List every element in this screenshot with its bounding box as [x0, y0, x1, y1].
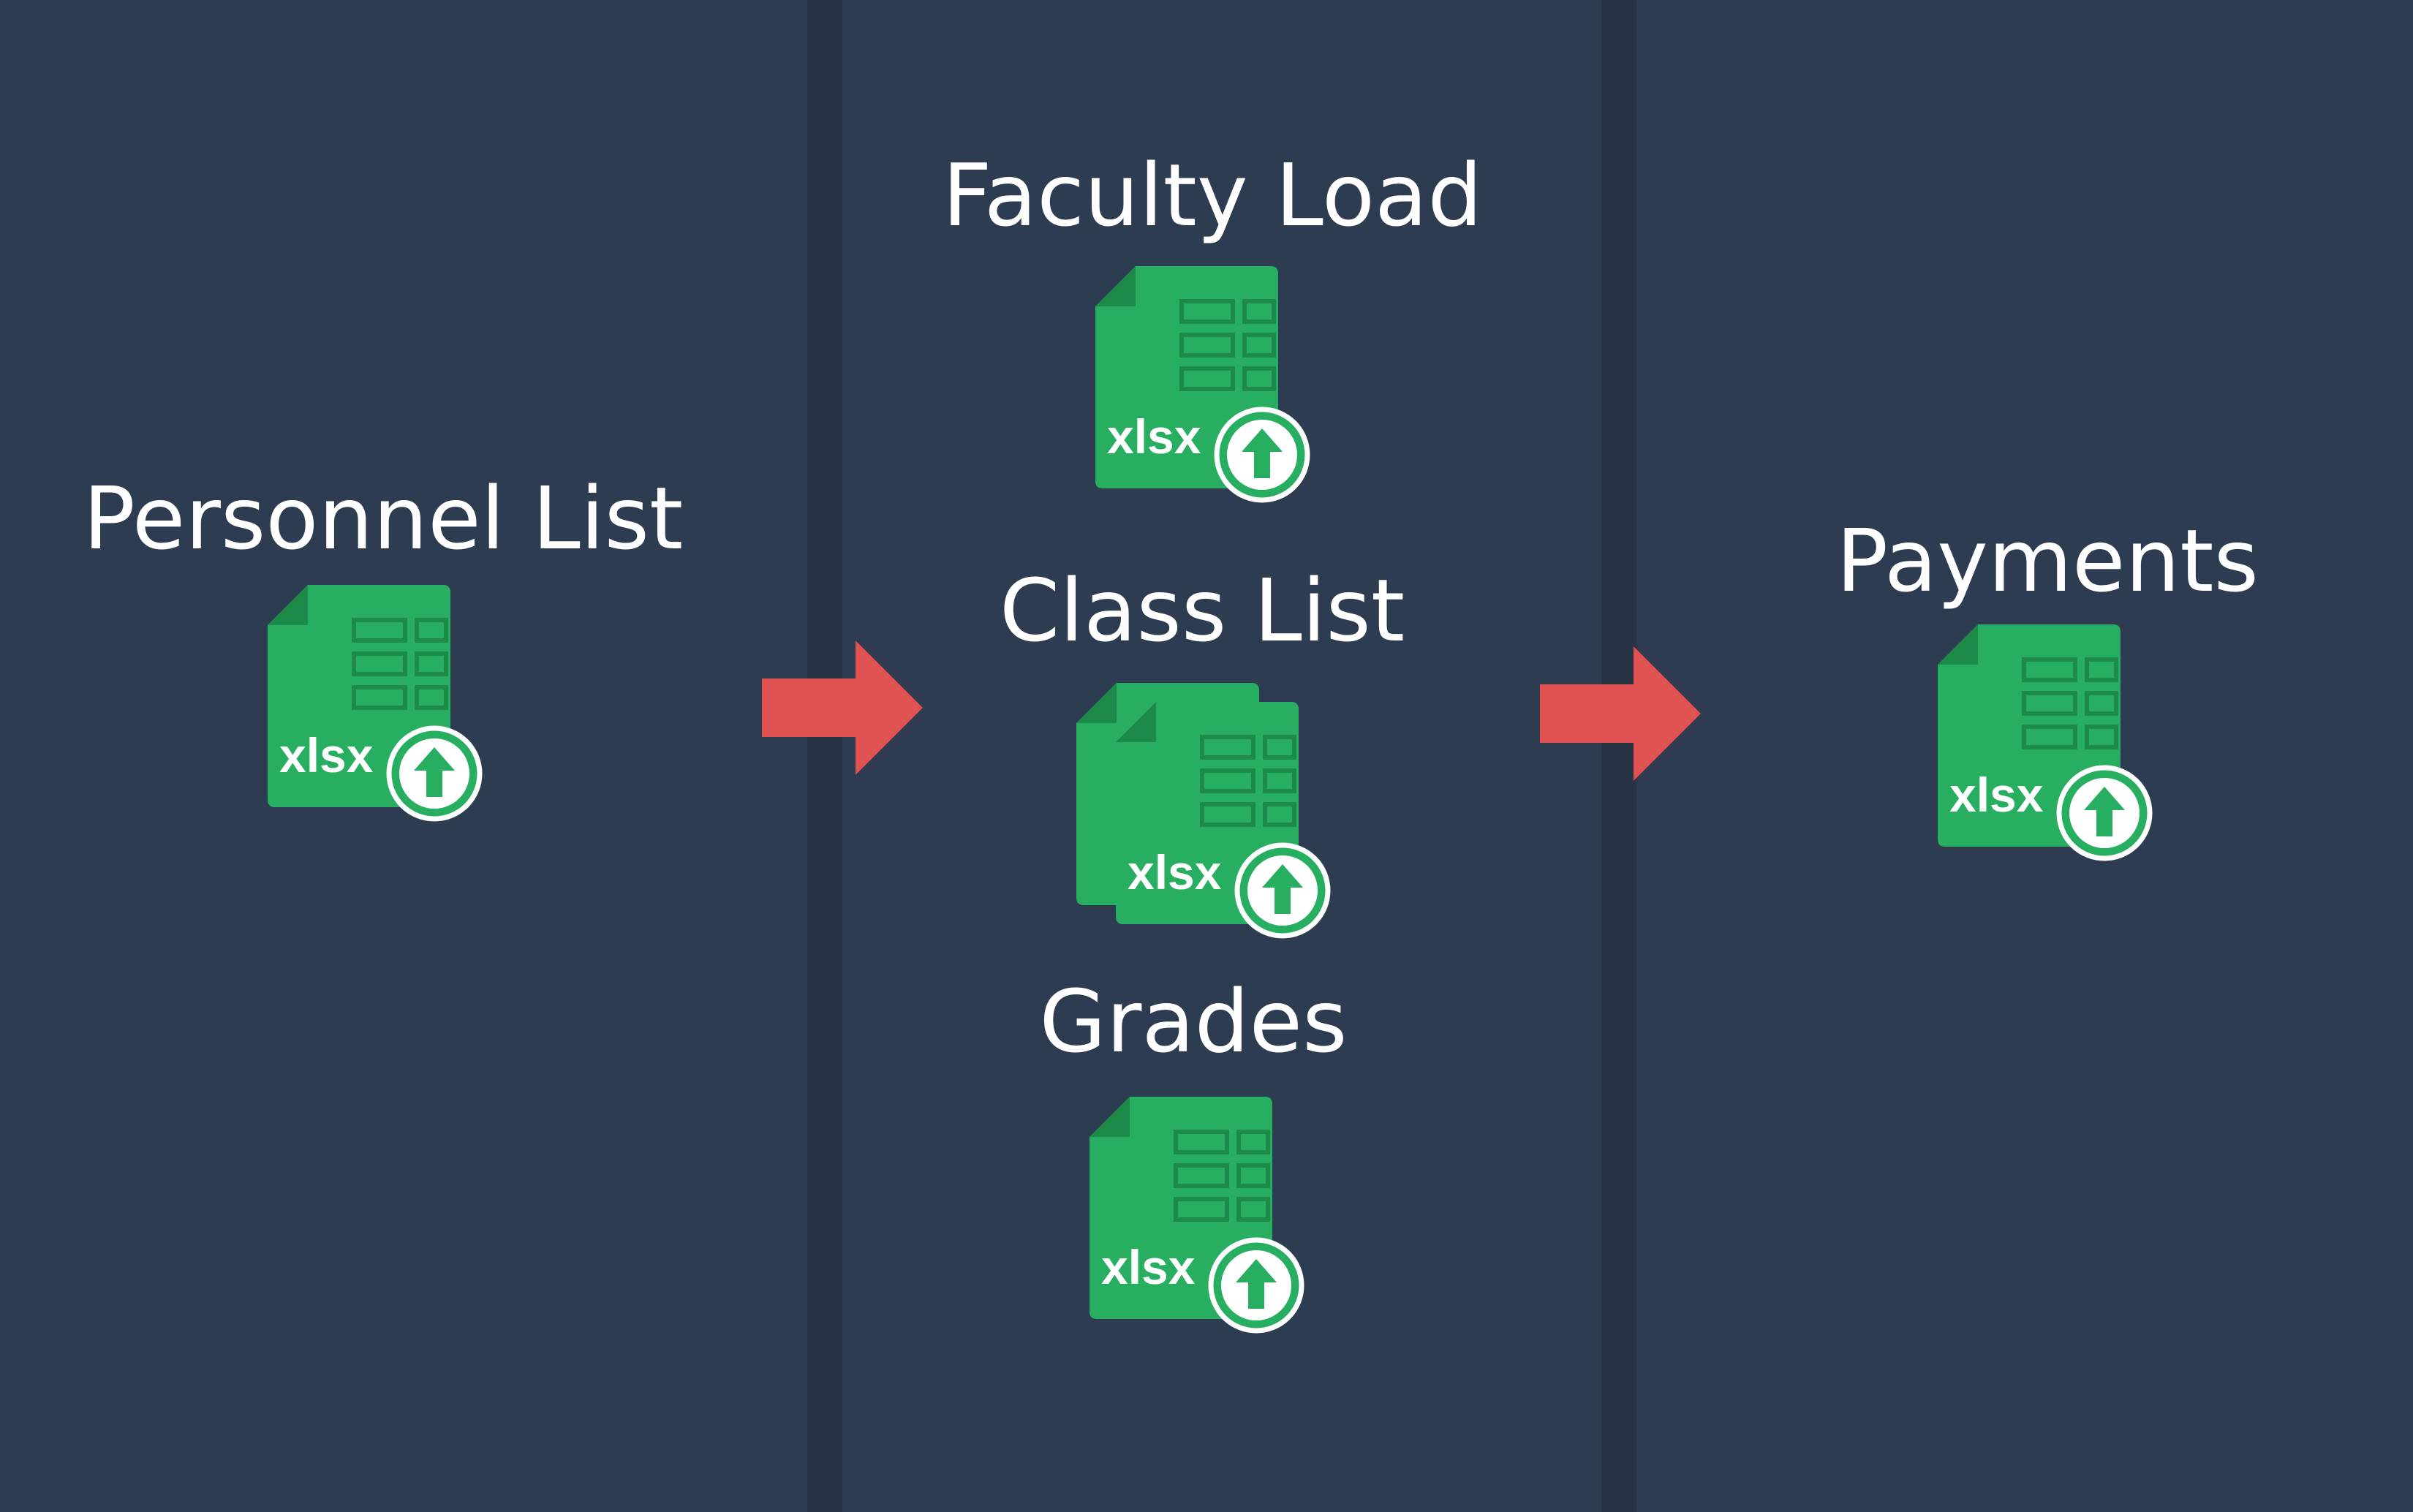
spreadsheet-file-graphic: xlsx — [268, 585, 483, 822]
spreadsheet-file-graphic: xlsx — [1090, 1097, 1304, 1334]
xlsx-badge-text: xlsx — [1128, 845, 1222, 899]
right-arrow-shape — [762, 640, 923, 775]
xlsx-upload-icon[interactable]: xlsx — [1088, 1095, 1307, 1337]
xlsx-upload-multi-icon[interactable]: xlsx — [1075, 681, 1338, 941]
right-arrow-icon — [1540, 646, 1701, 781]
file-label-grades: Grades — [1039, 971, 1348, 1072]
spreadsheet-file-graphic: xlsx — [1938, 624, 2153, 861]
file-label-personnel-list: Personnel List — [83, 468, 684, 569]
right-arrow-icon — [762, 640, 923, 775]
xlsx-badge-text: xlsx — [1949, 768, 2044, 822]
file-label-class-list: Class List — [999, 560, 1405, 661]
spreadsheet-file-graphic: xlsx — [1095, 266, 1310, 503]
xlsx-upload-icon[interactable]: xlsx — [1094, 265, 1313, 506]
xlsx-badge-text: xlsx — [1107, 409, 1201, 464]
spreadsheet-file-graphic: xlsx — [1076, 683, 1331, 939]
xlsx-upload-icon[interactable]: xlsx — [1936, 623, 2156, 864]
xlsx-upload-icon[interactable]: xlsx — [266, 583, 486, 825]
file-label-faculty-load: Faculty Load — [942, 145, 1483, 246]
xlsx-badge-text: xlsx — [1101, 1240, 1196, 1294]
right-arrow-shape — [1540, 646, 1701, 781]
file-label-payments: Payments — [1835, 510, 2259, 611]
xlsx-badge-text: xlsx — [279, 728, 374, 782]
